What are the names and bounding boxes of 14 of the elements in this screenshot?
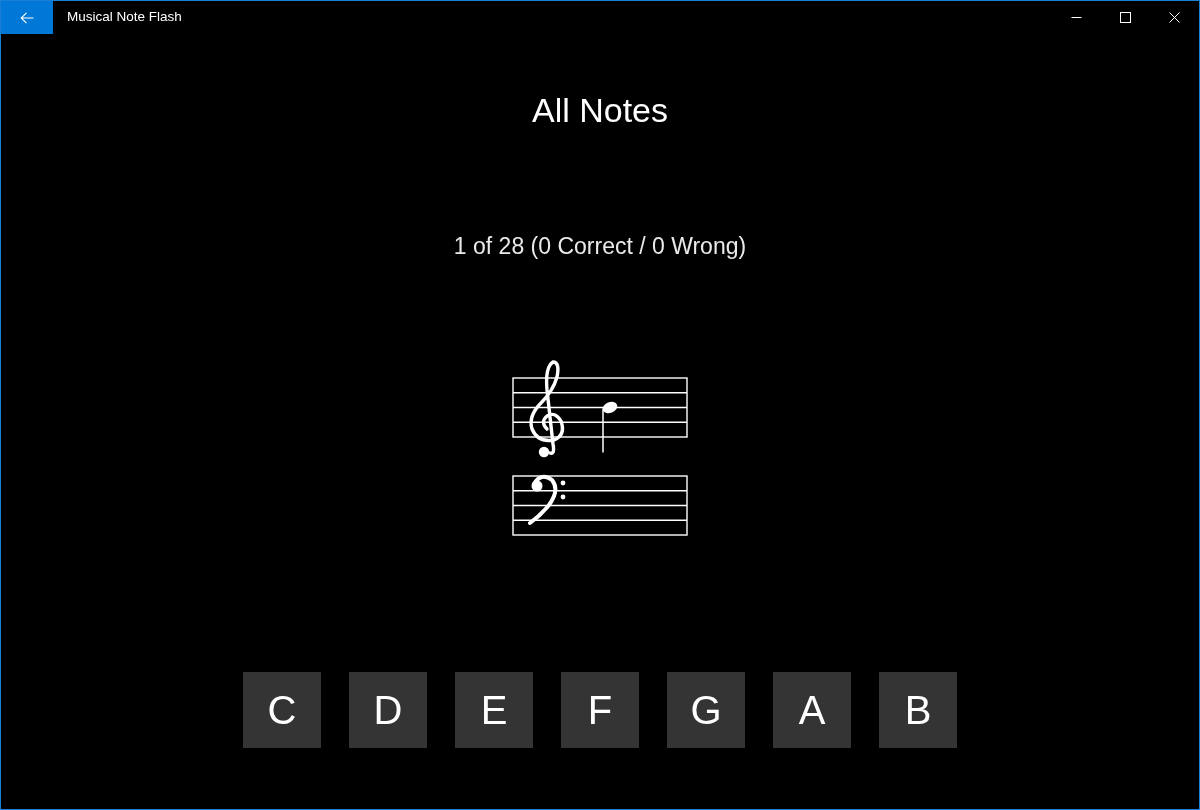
page-title: All Notes — [531, 90, 669, 130]
back-button[interactable] — [1, 1, 53, 34]
note-answer-button[interactable]: C — [243, 672, 321, 748]
back-arrow-icon — [20, 11, 34, 24]
note-answer-button[interactable]: D — [349, 672, 427, 748]
close-icon — [1169, 12, 1180, 23]
note-answer-button[interactable]: G — [667, 672, 745, 748]
note-answer-button[interactable]: A — [773, 672, 851, 748]
note-answer-button[interactable]: B — [879, 672, 957, 748]
progress-text: 1 of 28 (0 Correct / 0 Wrong) — [453, 232, 747, 261]
maximize-icon — [1120, 12, 1131, 23]
window-title: Musical Note Flash — [67, 8, 182, 27]
note-answer-button[interactable]: F — [561, 672, 639, 748]
note-answer-button[interactable]: E — [455, 672, 533, 748]
